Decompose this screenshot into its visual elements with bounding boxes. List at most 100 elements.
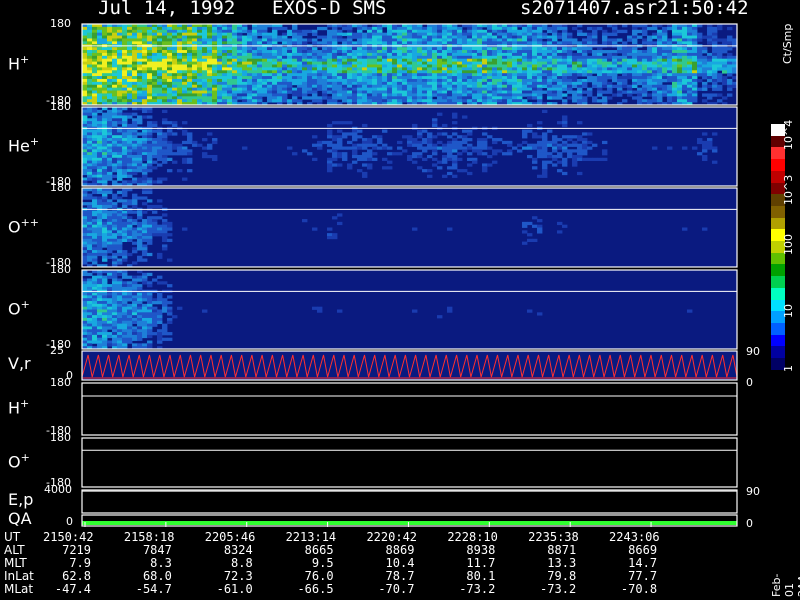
spectrogram-cell xyxy=(292,35,298,39)
spectrogram-cell xyxy=(187,55,193,60)
spectrogram-cell xyxy=(337,121,343,125)
spectrogram-cell xyxy=(377,67,383,71)
spectrogram-cell xyxy=(322,87,328,91)
spectrogram-cell xyxy=(722,67,728,71)
spectrogram-cell xyxy=(597,58,603,62)
spectrogram-cell xyxy=(437,84,443,89)
spectrogram-cell xyxy=(362,73,368,77)
spectrogram-cell xyxy=(157,180,163,184)
spectrogram-cell xyxy=(607,70,613,74)
spectrogram-cell xyxy=(442,29,448,34)
spectrogram-cell xyxy=(82,58,88,62)
spectrogram-cell xyxy=(617,29,623,34)
spectrogram-cell xyxy=(342,146,348,150)
spectrogram-cell xyxy=(352,132,358,136)
spectrogram-cell xyxy=(647,99,653,103)
spectrogram-cell xyxy=(147,140,153,145)
spectrogram-cell xyxy=(97,121,103,125)
spectrogram-cell xyxy=(657,47,663,51)
spectrogram-cell xyxy=(417,64,423,68)
spectrogram-cell xyxy=(327,61,333,65)
spectrogram-cell xyxy=(182,47,188,51)
spectrogram-cell xyxy=(512,70,518,74)
spectrogram-cell xyxy=(367,81,373,86)
spectrogram-cell xyxy=(132,58,138,62)
spectrogram-cell xyxy=(532,70,538,74)
spectrogram-cell xyxy=(92,154,98,159)
spectrogram-cell xyxy=(192,41,198,45)
spectrogram-cell xyxy=(92,67,98,71)
spectrogram-cell xyxy=(322,58,328,62)
spectrogram-cell xyxy=(542,26,548,31)
spectrogram-cell xyxy=(457,38,463,42)
spectrogram-cell xyxy=(417,166,423,170)
spectrogram-cell xyxy=(362,64,368,68)
spectrogram-cell xyxy=(297,76,303,80)
spectrogram-cell xyxy=(622,61,628,65)
spectrogram-cell xyxy=(122,227,128,231)
spectrogram-cell xyxy=(542,32,548,36)
spectrogram-cell xyxy=(482,41,488,45)
spectrogram-cell xyxy=(217,64,223,68)
spectrogram-cell xyxy=(417,67,423,71)
spectrogram-cell xyxy=(287,58,293,62)
spectrogram-cell xyxy=(452,76,458,80)
spectrogram-cell xyxy=(582,58,588,62)
spectrogram-cell xyxy=(287,90,293,94)
spectrogram-cell xyxy=(572,58,578,62)
spectrogram-cell xyxy=(372,73,378,77)
spectrogram-cell xyxy=(172,81,178,86)
spectrogram-cell xyxy=(182,67,188,71)
spectrogram-cell xyxy=(82,193,88,197)
spectrogram-cell xyxy=(137,64,143,68)
spectrogram-cell xyxy=(142,26,148,31)
spectrogram-cell xyxy=(712,41,718,45)
spectrogram-cell xyxy=(217,81,223,86)
spectrogram-cell xyxy=(187,152,193,156)
spectrogram-cell xyxy=(132,312,138,316)
spectrogram-cell xyxy=(477,84,483,89)
spectrogram-cell xyxy=(252,32,258,36)
spectrogram-cell xyxy=(122,255,128,259)
spectrogram-cell xyxy=(102,52,108,57)
spectrogram-cell xyxy=(157,41,163,45)
spectrogram-cell xyxy=(152,301,158,305)
spectrogram-cell xyxy=(557,78,563,83)
spectrogram-cell xyxy=(527,73,533,77)
spectrogram-cell xyxy=(87,149,93,153)
spectrogram-cell xyxy=(382,84,388,89)
spectrogram-cell xyxy=(392,61,398,65)
spectrogram-cell xyxy=(692,38,698,42)
spectrogram-cell xyxy=(452,78,458,83)
spectrogram-cell xyxy=(277,50,283,54)
spectrogram-cell xyxy=(92,70,98,74)
spectrogram-cell xyxy=(667,61,673,65)
spectrogram-cell xyxy=(487,93,493,97)
spectrogram-cell xyxy=(487,26,493,31)
spectrogram-cell xyxy=(112,247,118,251)
spectrogram-cell xyxy=(362,157,368,162)
spectrogram-cell xyxy=(117,140,123,145)
spectrogram-cell xyxy=(82,157,88,162)
spectrogram-cell xyxy=(272,41,278,45)
spectrogram-cell xyxy=(112,76,118,80)
spectrogram-cell xyxy=(427,41,433,45)
spectrogram-cell xyxy=(262,81,268,86)
spectrogram-cell xyxy=(352,55,358,60)
spectrogram-cell xyxy=(172,78,178,83)
spectrogram-cell xyxy=(352,138,358,142)
spectrogram-cell xyxy=(537,76,543,80)
spectrogram-cell xyxy=(247,47,253,51)
spectrogram-cell xyxy=(227,93,233,97)
spectrogram-cell xyxy=(557,146,563,150)
spectrogram-cell xyxy=(112,115,118,119)
spectrogram-cell xyxy=(577,70,583,74)
spectrogram-cell xyxy=(557,152,563,156)
spectrogram-cell xyxy=(82,281,88,285)
spectrogram-cell xyxy=(152,76,158,80)
spectrogram-cell xyxy=(112,61,118,65)
spectrogram-cell xyxy=(672,96,678,100)
spectrogram-cell xyxy=(87,160,93,164)
spectrogram-cell xyxy=(442,47,448,51)
spectrogram-cell xyxy=(367,35,373,39)
